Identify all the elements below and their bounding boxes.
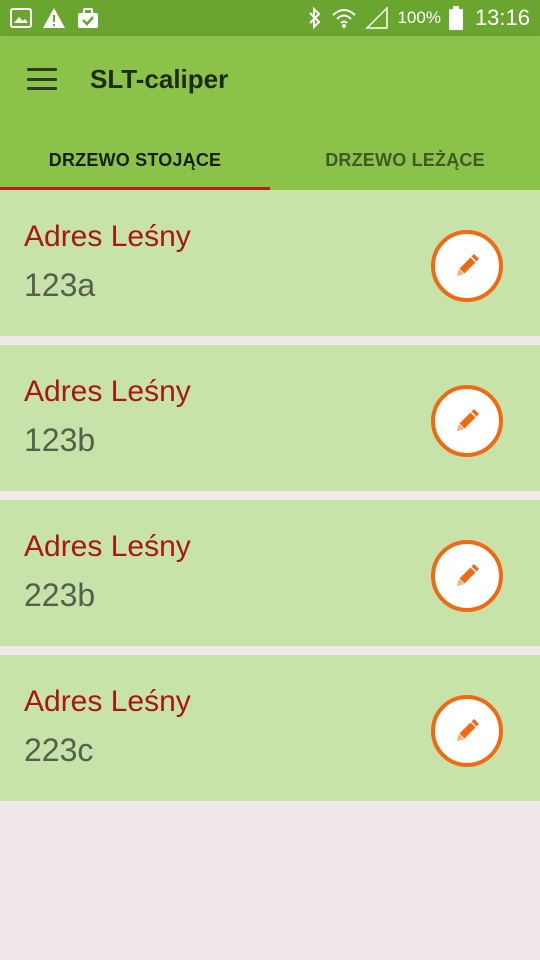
item-title: Adres Leśny — [24, 530, 191, 563]
app-bar: SLT-caliper DRZEWO STOJĄCE DRZEWO LEŻĄCE — [0, 36, 540, 190]
warning-icon — [43, 8, 65, 28]
wifi-icon — [332, 9, 357, 28]
pencil-icon — [457, 409, 479, 431]
hamburger-menu-icon[interactable] — [27, 68, 57, 90]
edit-button[interactable] — [431, 695, 503, 767]
signal-icon — [365, 7, 389, 29]
item-code: 123b — [24, 422, 96, 458]
item-code: 223c — [24, 732, 94, 768]
edit-button[interactable] — [431, 540, 503, 612]
item-title: Adres Leśny — [24, 685, 191, 718]
status-notifications — [10, 7, 100, 29]
item-code: 223b — [24, 577, 96, 613]
battery-percent: 100% — [397, 8, 441, 27]
list-item[interactable]: Adres Leśny 223b — [0, 500, 540, 646]
tab-label: DRZEWO LEŻĄCE — [325, 149, 485, 170]
pencil-icon — [457, 719, 479, 741]
pencil-icon — [457, 564, 479, 586]
status-bar: 100% 13:16 — [0, 0, 540, 36]
address-list: Adres Leśny 123a Adres Leśny 123b Adres … — [0, 190, 540, 810]
app-title: SLT-caliper — [90, 64, 229, 94]
edit-button[interactable] — [431, 385, 503, 457]
item-title: Adres Leśny — [24, 375, 191, 408]
list-item[interactable]: Adres Leśny 123b — [0, 345, 540, 491]
item-code: 123a — [24, 267, 96, 303]
image-icon — [10, 8, 32, 28]
briefcase-check-icon — [78, 8, 98, 28]
tab-label: DRZEWO STOJĄCE — [48, 149, 222, 170]
bluetooth-icon — [309, 6, 321, 30]
status-system: 100% 13:16 — [307, 5, 530, 31]
battery-icon — [448, 6, 463, 30]
item-title: Adres Leśny — [24, 220, 191, 253]
pencil-icon — [457, 254, 479, 276]
list-item[interactable]: Adres Leśny 223c — [0, 655, 540, 801]
list-item[interactable]: Adres Leśny 123a — [0, 190, 540, 336]
tab-standing-tree[interactable]: DRZEWO STOJĄCE — [0, 130, 270, 190]
clock: 13:16 — [474, 5, 530, 30]
tab-lying-tree[interactable]: DRZEWO LEŻĄCE — [270, 130, 540, 190]
edit-button[interactable] — [431, 230, 503, 302]
tab-bar: DRZEWO STOJĄCE DRZEWO LEŻĄCE — [0, 130, 540, 190]
